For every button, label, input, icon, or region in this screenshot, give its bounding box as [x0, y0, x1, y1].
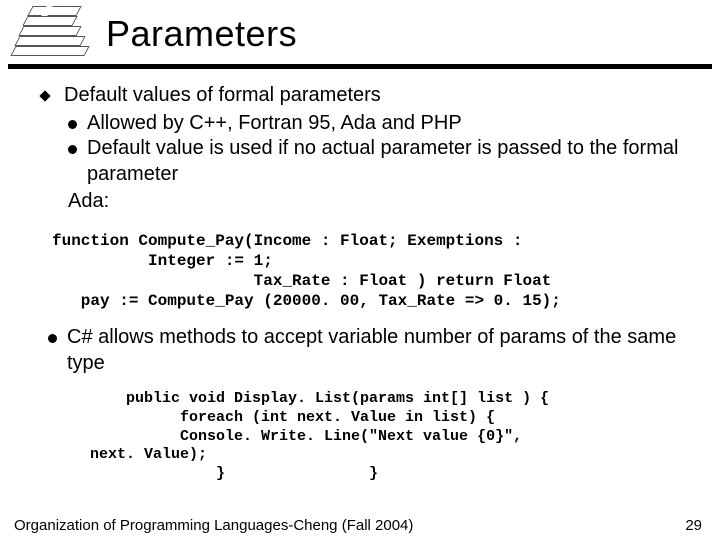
dot-bullet-icon	[68, 120, 77, 129]
sub-point-1: Allowed by C++, Fortran 95, Ada and PHP	[87, 111, 462, 137]
diamond-bullet-icon	[38, 89, 52, 103]
ada-code-block: function Compute_Pay(Income : Float; Exe…	[0, 215, 720, 311]
slide-title: Parameters	[106, 13, 297, 55]
topic-text: Default values of formal parameters	[64, 83, 381, 109]
footer-text: Organization of Programming Languages-Ch…	[14, 517, 413, 534]
sub-point-2: Default value is used if no actual param…	[87, 136, 702, 187]
dot-bullet-icon	[68, 145, 77, 154]
csharp-point: C# allows methods to accept variable num…	[67, 325, 702, 376]
csharp-code-block: public void Display. List(params int[] l…	[0, 376, 720, 484]
layers-icon	[8, 6, 92, 62]
page-number: 29	[685, 517, 702, 534]
ada-label: Ada:	[38, 189, 702, 215]
dot-bullet-icon	[48, 334, 57, 343]
